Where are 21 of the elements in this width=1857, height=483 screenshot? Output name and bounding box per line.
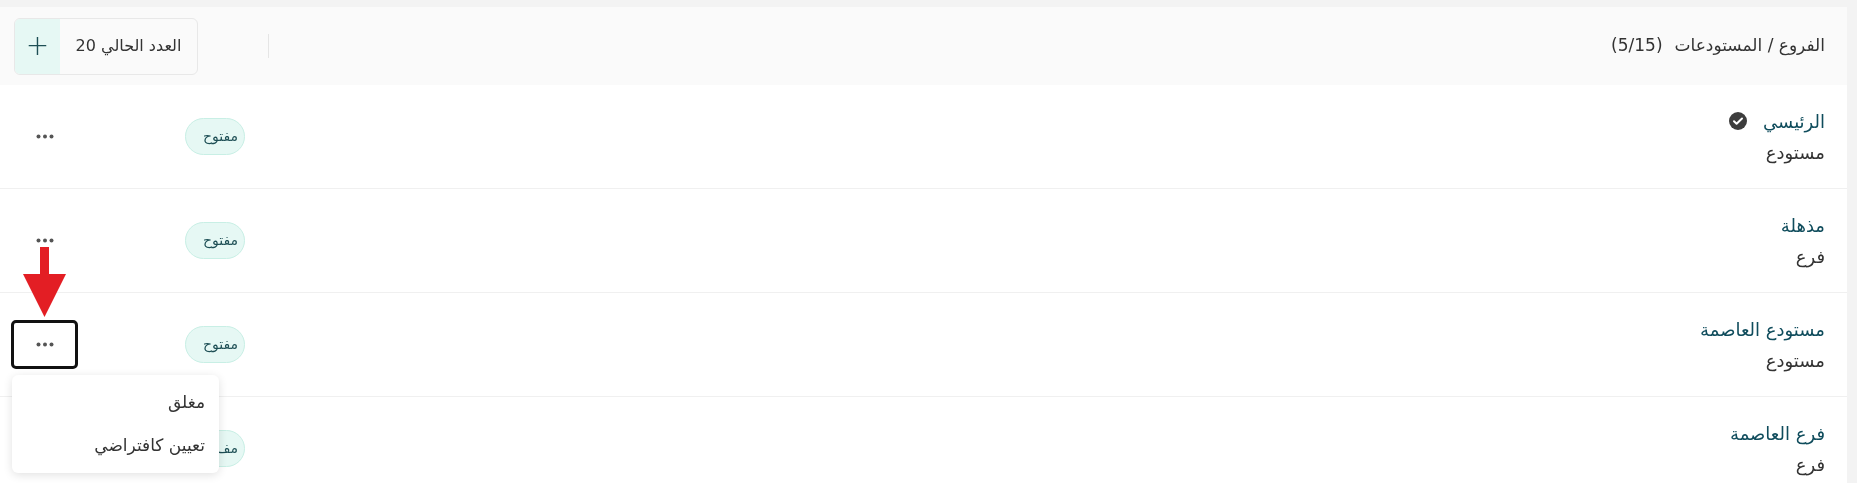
status-badge: مفتوح <box>185 222 245 259</box>
count-label: (5/15) <box>1611 34 1663 58</box>
current-count-label: العدد الحالي 20 <box>74 35 183 58</box>
menu-item[interactable]: مغلق <box>12 381 219 424</box>
branch-name: فرع العاصمة <box>1730 421 1825 447</box>
branch-type: مستودع <box>1765 140 1825 166</box>
more-icon <box>35 134 54 139</box>
add-button[interactable]: + <box>15 18 60 74</box>
page-title: الفروع / المستودعات <box>1674 34 1825 58</box>
more-button[interactable] <box>11 320 78 369</box>
more-icon <box>35 342 54 347</box>
branch-type: فرع <box>1795 244 1825 270</box>
branch-name: مذهلة <box>1780 213 1825 238</box>
status-badge: مفتوح <box>185 118 245 155</box>
more-icon <box>35 238 54 243</box>
branch-type: مستودع <box>1765 348 1825 374</box>
status-badge: مفتوح <box>185 326 245 363</box>
branch-type: فرع <box>1795 452 1825 478</box>
branch-name: الرئيسي <box>1763 109 1825 135</box>
annotation-arrow <box>23 247 66 317</box>
branch-name: مستودع العاصمة <box>1700 317 1825 343</box>
